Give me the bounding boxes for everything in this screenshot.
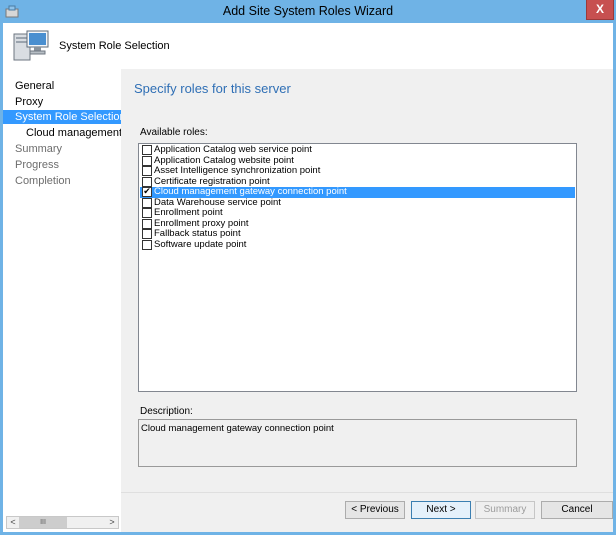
role-label: Fallback status point [154,228,241,239]
section-heading: Specify roles for this server [134,81,291,96]
role-checkbox[interactable] [142,239,152,250]
role-checkbox[interactable] [142,208,152,218]
previous-button[interactable]: < Previous [345,501,405,519]
role-checkbox[interactable] [142,218,152,229]
main-panel: Specify roles for this server Available … [121,69,613,492]
role-checkbox[interactable] [142,166,152,176]
nav-item-proxy[interactable]: Proxy [3,95,121,109]
wizard-body: General Proxy System Role Selection Clou… [3,69,613,532]
role-label: Certificate registration point [154,175,270,187]
page-title: System Role Selection [59,40,170,52]
list-item[interactable]: Software update point [140,238,575,251]
role-checkbox[interactable]: ✔ [142,186,152,197]
nav-item-cloud-management-gateway[interactable]: Cloud management gate [3,126,121,140]
cancel-button[interactable]: Cancel [541,501,613,519]
description-box: Cloud management gateway connection poin… [138,419,577,467]
nav-horizontal-scrollbar[interactable]: < III > [6,516,119,529]
nav-item-completion[interactable]: Completion [3,174,121,188]
scroll-left-icon[interactable]: < [7,517,19,528]
wizard-header: System Role Selection [3,23,613,69]
wizard-nav: General Proxy System Role Selection Clou… [3,69,121,532]
checkmark-icon: ✔ [143,186,151,196]
computer-icon [11,28,51,64]
button-bar: < Previous Next > Summary Cancel [121,492,613,532]
description-label: Description: [140,406,193,417]
role-label: Application Catalog website point [154,154,294,166]
nav-item-summary[interactable]: Summary [3,142,121,156]
role-checkbox[interactable] [142,176,152,187]
role-checkbox[interactable] [142,145,152,155]
summary-button[interactable]: Summary [475,501,535,519]
role-label: Enrollment proxy point [154,217,249,229]
role-label: Data Warehouse service point [154,196,281,208]
role-label: Software update point [154,238,247,250]
role-checkbox[interactable] [142,229,152,239]
role-label: Enrollment point [154,207,223,218]
role-label: Asset Intelligence synchronization point [154,165,321,176]
scroll-right-icon[interactable]: > [106,517,118,528]
nav-item-progress[interactable]: Progress [3,158,121,172]
wizard-client: System Role Selection General Proxy Syst… [3,23,613,532]
nav-item-system-role-selection[interactable]: System Role Selection [3,110,121,124]
roles-listbox[interactable]: Application Catalog web service point Ap… [138,143,577,392]
wizard-window: Add Site System Roles Wizard X System Ro… [0,0,616,535]
role-checkbox[interactable] [142,197,152,208]
window-title: Add Site System Roles Wizard [222,4,394,18]
close-button[interactable]: X [586,0,614,20]
title-bar[interactable]: Add Site System Roles Wizard X [0,0,616,23]
available-roles-label: Available roles: [140,127,208,138]
nav-item-general[interactable]: General [3,79,121,93]
role-label: Cloud management gateway connection poin… [154,186,347,197]
next-button[interactable]: Next > [411,501,471,519]
role-label: Application Catalog web service point [154,144,312,155]
scroll-thumb[interactable]: III [19,517,67,528]
role-checkbox[interactable] [142,155,152,166]
